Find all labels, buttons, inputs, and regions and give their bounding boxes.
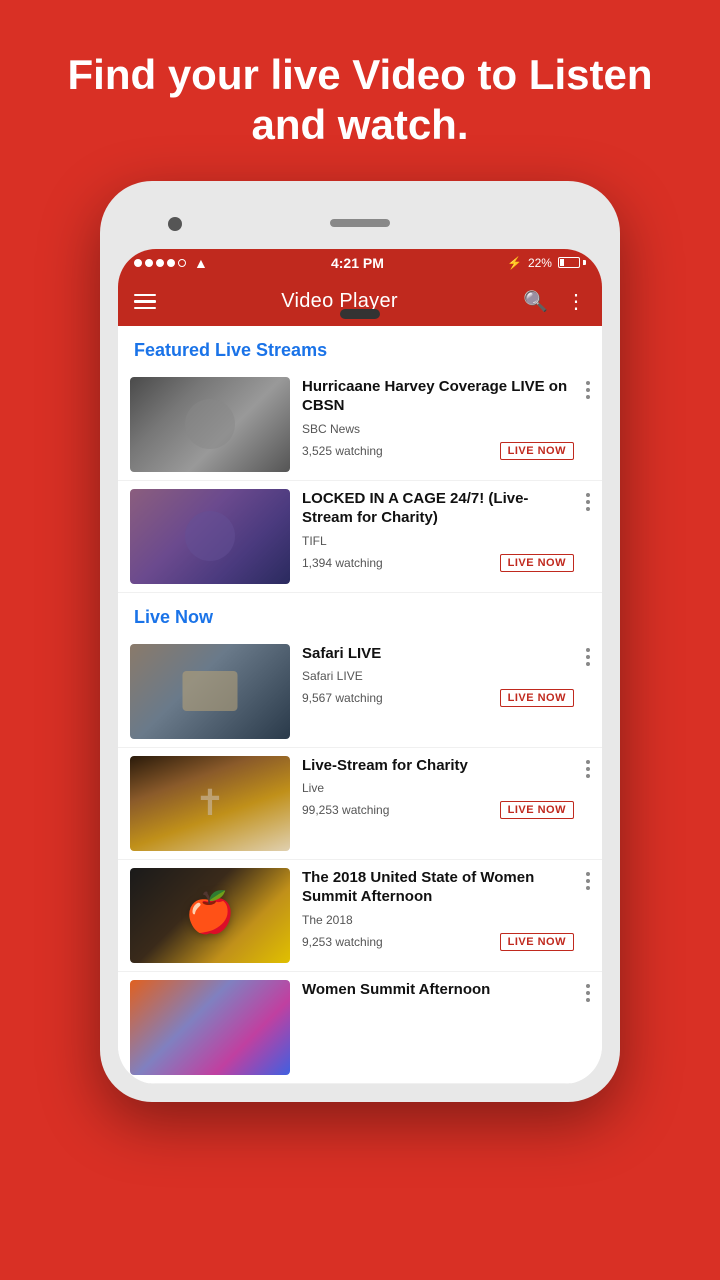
stream-thumbnail-1 — [130, 377, 290, 472]
stream-thumbnail-4: ✝ — [130, 756, 290, 851]
search-icon[interactable]: 🔍 — [523, 289, 548, 314]
more-button-6[interactable] — [586, 980, 590, 1002]
stream-source-2: TIFL — [302, 534, 574, 548]
live-badge-2[interactable]: LIVE NOW — [500, 554, 574, 572]
wifi-icon: ▲ — [194, 255, 208, 271]
app-title: Video Player — [281, 290, 398, 313]
list-item[interactable]: LOCKED IN A CAGE 24/7! (Live-Stream for … — [118, 481, 602, 593]
phone-speaker — [330, 219, 390, 227]
stream-info-5: The 2018 United State of Women Summit Af… — [302, 868, 574, 951]
more-button-2[interactable] — [586, 489, 590, 511]
live-badge-4[interactable]: LIVE NOW — [500, 801, 574, 819]
more-button-5[interactable] — [586, 868, 590, 890]
stream-source-1: SBC News — [302, 422, 574, 436]
battery-indicator — [558, 257, 586, 268]
section-title-live-now: Live Now — [118, 593, 602, 636]
stream-source-5: The 2018 — [302, 913, 574, 927]
signal-dot-3 — [156, 259, 164, 267]
stream-info-4: Live-Stream for Charity Live 99,253 watc… — [302, 756, 574, 820]
stream-source-4: Live — [302, 781, 574, 795]
stream-thumbnail-3 — [130, 644, 290, 739]
section-title-featured: Featured Live Streams — [118, 326, 602, 369]
section-live-now: Live Now Safari LIVE Safari LIVE 9,567 w… — [118, 593, 602, 1084]
stream-info-1: Hurricaane Harvey Coverage LIVE on CBSN … — [302, 377, 574, 460]
signal-dot-2 — [145, 259, 153, 267]
stream-watchers-4: 99,253 watching — [302, 803, 389, 817]
phone-top-bar — [118, 199, 602, 249]
stream-watchers-2: 1,394 watching — [302, 556, 383, 570]
stream-title-1: Hurricaane Harvey Coverage LIVE on CBSN — [302, 377, 574, 416]
signal-dot-1 — [134, 259, 142, 267]
stream-title-5: The 2018 United State of Women Summit Af… — [302, 868, 574, 907]
list-item[interactable]: Safari LIVE Safari LIVE 9,567 watching L… — [118, 636, 602, 748]
phone-earpiece — [340, 309, 380, 319]
stream-info-2: LOCKED IN A CAGE 24/7! (Live-Stream for … — [302, 489, 574, 572]
hamburger-button[interactable] — [134, 294, 156, 310]
stream-title-4: Live-Stream for Charity — [302, 756, 574, 776]
section-featured: Featured Live Streams Hurricaane Harvey … — [118, 326, 602, 593]
stream-info-6: Women Summit Afternoon — [302, 980, 574, 1006]
stream-source-3: Safari LIVE — [302, 669, 574, 683]
signal-dot-5 — [178, 259, 186, 267]
stream-thumbnail-6 — [130, 980, 290, 1075]
more-button-1[interactable] — [586, 377, 590, 399]
hero-text: Find your live Video to Listen and watch… — [0, 0, 720, 181]
stream-watchers-5: 9,253 watching — [302, 935, 383, 949]
battery-percent: 22% — [528, 256, 552, 270]
live-badge-5[interactable]: LIVE NOW — [500, 933, 574, 951]
phone-camera — [168, 217, 182, 231]
signal-dot-4 — [167, 259, 175, 267]
list-item[interactable]: Hurricaane Harvey Coverage LIVE on CBSN … — [118, 369, 602, 481]
stream-thumbnail-5: 🍎 — [130, 868, 290, 963]
content-area: Featured Live Streams Hurricaane Harvey … — [118, 326, 602, 1084]
phone-container: ▲ 4:21 PM ⚡ 22% Video Player — [100, 181, 620, 1102]
stream-title-6: Women Summit Afternoon — [302, 980, 574, 1000]
list-item[interactable]: 🍎 The 2018 United State of Women Summit … — [118, 860, 602, 972]
bluetooth-icon: ⚡ — [507, 256, 522, 270]
more-vert-icon[interactable]: ⋮ — [566, 289, 586, 314]
live-badge-3[interactable]: LIVE NOW — [500, 689, 574, 707]
live-badge-1[interactable]: LIVE NOW — [500, 442, 574, 460]
status-bar: ▲ 4:21 PM ⚡ 22% — [118, 249, 602, 277]
stream-watchers-3: 9,567 watching — [302, 691, 383, 705]
stream-title-3: Safari LIVE — [302, 644, 574, 664]
stream-info-3: Safari LIVE Safari LIVE 9,567 watching L… — [302, 644, 574, 708]
stream-title-2: LOCKED IN A CAGE 24/7! (Live-Stream for … — [302, 489, 574, 528]
stream-thumbnail-2 — [130, 489, 290, 584]
list-item[interactable]: ✝ Live-Stream for Charity Live 99,253 wa… — [118, 748, 602, 860]
stream-watchers-1: 3,525 watching — [302, 444, 383, 458]
status-time: 4:21 PM — [331, 255, 384, 271]
more-button-3[interactable] — [586, 644, 590, 666]
list-item[interactable]: Women Summit Afternoon — [118, 972, 602, 1084]
more-button-4[interactable] — [586, 756, 590, 778]
